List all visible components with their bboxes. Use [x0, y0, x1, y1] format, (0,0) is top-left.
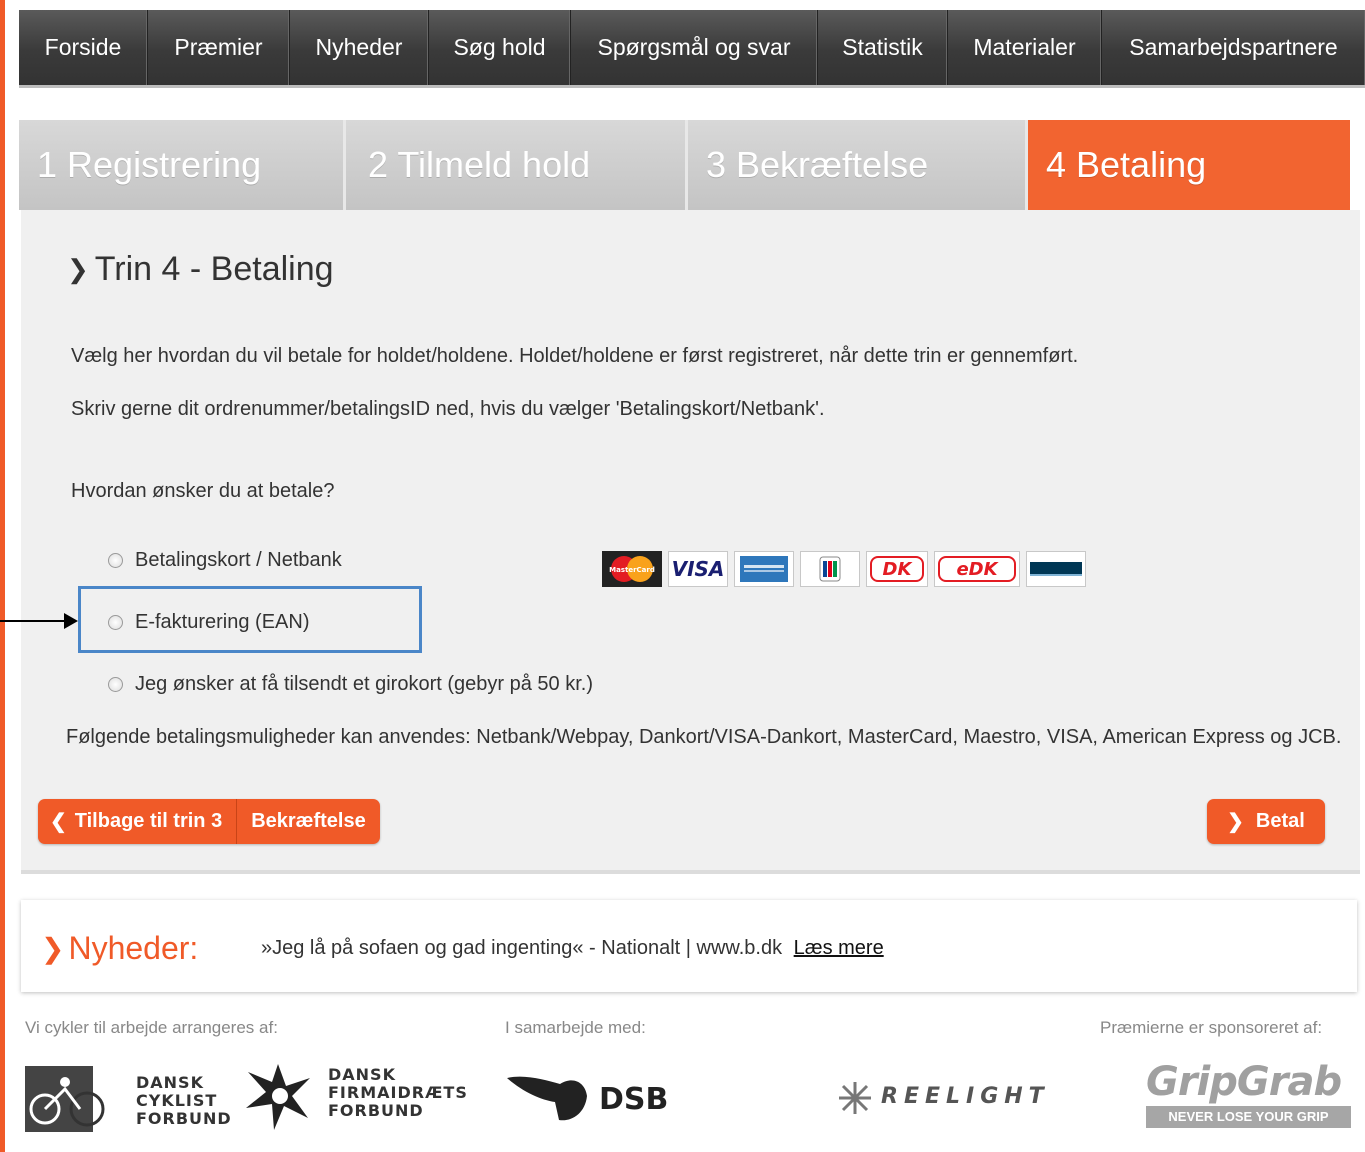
amex-logo — [734, 551, 794, 587]
news-text: »Jeg lå på sofaen og gad ingenting« - Na… — [261, 937, 884, 960]
dfif-line3: FORBUND — [328, 1101, 424, 1120]
dankort-logo: DK — [866, 551, 928, 587]
reelight-text: REELIGHT — [881, 1084, 1050, 1109]
step-bekraeftelse[interactable]: 3 Bekræftelse — [688, 120, 1028, 210]
option-e-fakturering[interactable]: E-fakturering (EAN) — [108, 611, 310, 634]
option-girokort[interactable]: Jeg ønsker at få tilsendt et girokort (g… — [108, 673, 593, 696]
chevron-left-icon: ❮ — [50, 811, 67, 833]
edankort-text: eDK — [938, 556, 1016, 582]
back-button-group: ❮ Tilbage til trin 3 Bekræftelse — [38, 799, 380, 844]
payment-methods-info: Følgende betalingsmuligheder kan anvende… — [66, 726, 1342, 748]
radio-betalingskort[interactable] — [108, 553, 123, 568]
read-more-link[interactable]: Læs mere — [794, 937, 884, 959]
dankort-text: DK — [870, 556, 924, 582]
page-title-text: Trin 4 - Betaling — [94, 250, 334, 288]
option-betalingskort[interactable]: Betalingskort / Netbank — [108, 549, 342, 572]
visa-logo: VISA — [668, 551, 728, 587]
step-tilmeld-hold[interactable]: 2 Tilmeld hold — [346, 120, 688, 210]
page-title: ❯ Trin 4 - Betaling — [67, 250, 334, 289]
card-logos: MasterCard VISA DK eDK — [602, 551, 1086, 587]
dfif-line2: FIRMAIDRÆTS — [328, 1083, 468, 1102]
back-button-label: Tilbage til trin 3 — [74, 810, 223, 832]
mastercard-logo: MasterCard — [602, 551, 662, 587]
left-accent-bar — [0, 0, 5, 1152]
option-girokort-label: Jeg ønsker at få tilsendt et girokort (g… — [135, 673, 593, 695]
dfif-text: DANSK FIRMAIDRÆTS FORBUND — [328, 1066, 468, 1120]
reelight-logo[interactable]: REELIGHT — [835, 1078, 1110, 1118]
top-nav: Forside Præmier Nyheder Søg hold Spørgsm… — [19, 10, 1365, 88]
intro-text-2: Skriv gerne dit ordrenummer/betalingsID … — [71, 398, 825, 420]
footer-cooperation: I samarbejde med: — [505, 1018, 646, 1037]
back-to-step3-button[interactable]: ❮ Tilbage til trin 3 — [38, 799, 238, 844]
radio-girokort[interactable] — [108, 677, 123, 692]
intro-text-1: Vælg her hvordan du vil betale for holde… — [71, 345, 1079, 367]
chevron-right-icon: ❯ — [1227, 811, 1244, 833]
dsb-wing-icon — [507, 1076, 587, 1121]
dfif-line1: DANSK — [328, 1065, 396, 1084]
nav-item-samarbejdspartnere[interactable]: Samarbejdspartnere — [1102, 10, 1365, 85]
gripgrab-tagline: NEVER LOSE YOUR GRIP — [1146, 1106, 1351, 1128]
star-figures-icon — [246, 1064, 310, 1130]
nav-item-spoergsmaal[interactable]: Spørgsmål og svar — [571, 10, 818, 85]
dcf-text: DANSK CYKLIST FORBUND — [136, 1074, 232, 1128]
dsb-text: DSB — [599, 1082, 669, 1117]
edankort-logo: eDK — [934, 551, 1020, 587]
dsb-logo[interactable]: DSB — [505, 1070, 680, 1125]
annotation-arrow-line — [0, 620, 68, 622]
option-betalingskort-label: Betalingskort / Netbank — [135, 549, 342, 571]
step-tabs: 1 Registrering 2 Tilmeld hold 3 Bekræfte… — [19, 120, 1350, 210]
mastercard-text: MasterCard — [609, 566, 655, 574]
payment-panel: ❯ Trin 4 - Betaling Vælg her hvordan du … — [21, 210, 1360, 874]
dcf-logo[interactable]: DANSK CYKLIST FORBUND — [25, 1064, 231, 1134]
payment-question: Hvordan ønsker du at betale? — [71, 480, 335, 502]
dfif-logo[interactable]: DANSK FIRMAIDRÆTS FORBUND — [240, 1058, 470, 1138]
danske-bank-logo — [1026, 551, 1086, 587]
step-betaling[interactable]: 4 Betaling — [1028, 120, 1350, 210]
dcf-line1: DANSK — [136, 1073, 204, 1092]
step-registrering[interactable]: 1 Registrering — [19, 120, 346, 210]
nav-item-soeg-hold[interactable]: Søg hold — [429, 10, 571, 85]
chevron-right-icon: ❯ — [67, 254, 89, 284]
news-label: ❯ Nyheder: — [41, 930, 198, 967]
nav-item-praemier[interactable]: Præmier — [148, 10, 290, 85]
footer-organized-by: Vi cykler til arbejde arrangeres af: — [25, 1018, 278, 1037]
footer-sponsored-by: Præmierne er sponsoreret af: — [1100, 1018, 1323, 1037]
option-e-fakturering-label: E-fakturering (EAN) — [135, 611, 310, 633]
news-headline[interactable]: »Jeg lå på sofaen og gad ingenting« - Na… — [261, 937, 782, 959]
bicycle-icon — [25, 1066, 105, 1132]
annotation-arrow-head — [64, 613, 78, 629]
reelight-star-icon — [839, 1082, 871, 1114]
dcf-line3: FORBUND — [136, 1109, 232, 1128]
dcf-line2: CYKLIST — [136, 1091, 218, 1110]
nav-item-nyheder[interactable]: Nyheder — [290, 10, 429, 85]
confirm-button[interactable]: Bekræftelse — [237, 799, 380, 844]
news-bar: ❯ Nyheder: »Jeg lå på sofaen og gad inge… — [21, 900, 1357, 992]
pay-button-label: Betal — [1255, 810, 1305, 832]
gripgrab-text: GripGrab — [1146, 1059, 1342, 1105]
chevron-right-icon: ❯ — [41, 933, 65, 964]
gripgrab-logo[interactable]: GripGrab NEVER LOSE YOUR GRIP — [1146, 1060, 1351, 1130]
pay-button[interactable]: ❯ Betal — [1207, 799, 1325, 844]
nav-item-materialer[interactable]: Materialer — [948, 10, 1102, 85]
jcb-logo — [800, 551, 860, 587]
nav-item-statistik[interactable]: Statistik — [818, 10, 948, 85]
news-label-text: Nyheder: — [68, 930, 199, 966]
radio-e-fakturering[interactable] — [108, 615, 123, 630]
nav-item-forside[interactable]: Forside — [19, 10, 148, 85]
